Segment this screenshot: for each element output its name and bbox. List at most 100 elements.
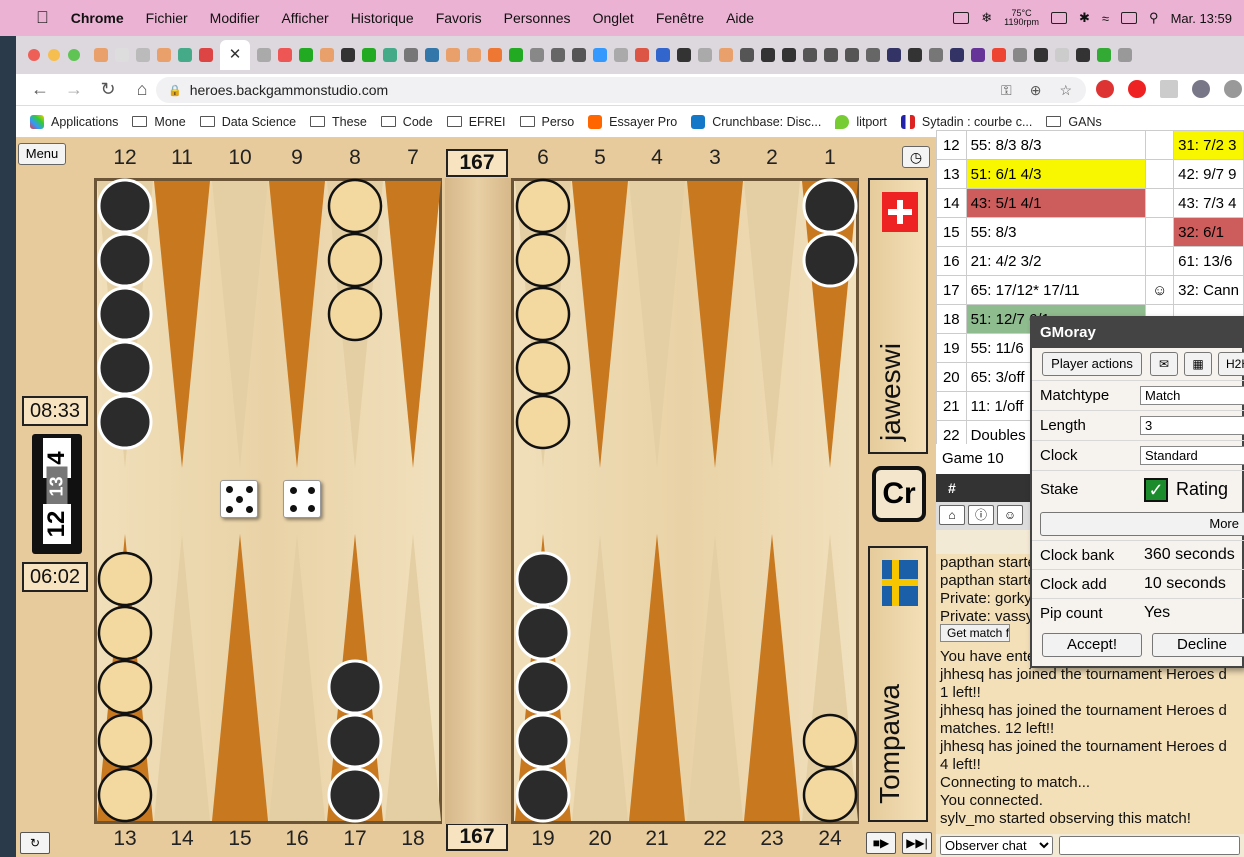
- menubar-clock[interactable]: Mar. 13:59: [1171, 11, 1232, 26]
- tab-favicon-icon[interactable]: [178, 48, 192, 62]
- board-point[interactable]: [269, 181, 325, 468]
- doubling-cube[interactable]: 4 13 12: [32, 434, 82, 554]
- clock-select[interactable]: Standard: [1140, 445, 1244, 465]
- menu-button[interactable]: Menu: [18, 143, 66, 165]
- white-checker[interactable]: [515, 340, 571, 396]
- white-checker[interactable]: [515, 286, 571, 342]
- tab-favicon-icon[interactable]: [278, 48, 292, 62]
- menu-modifier[interactable]: Modifier: [210, 10, 260, 26]
- bluetooth-icon[interactable]: ✱: [1079, 10, 1090, 26]
- black-checker[interactable]: [515, 551, 571, 607]
- decline-button[interactable]: Decline: [1152, 633, 1244, 657]
- board-point[interactable]: [687, 181, 743, 468]
- white-checker[interactable]: [97, 605, 153, 661]
- bookmark-efrei[interactable]: EFREI: [446, 115, 506, 129]
- board-points-and-checkers[interactable]: [94, 178, 864, 824]
- key-icon[interactable]: ⚿: [1001, 82, 1012, 99]
- tab-favicon-icon[interactable]: [551, 48, 565, 62]
- tab-favicon-icon[interactable]: [320, 48, 334, 62]
- home-icon[interactable]: ⌂: [132, 79, 152, 100]
- minimize-window-button[interactable]: [48, 49, 60, 61]
- tab-favicon-icon[interactable]: [950, 48, 964, 62]
- get-match-file-button[interactable]: Get match file: [940, 624, 1010, 642]
- tab-favicon-icon[interactable]: [971, 48, 985, 62]
- bookmark-mone[interactable]: Mone: [132, 115, 186, 129]
- home-icon[interactable]: ⌂: [939, 505, 965, 525]
- screen-icon[interactable]: [953, 12, 970, 24]
- h2h-button[interactable]: H2H: [1218, 352, 1244, 376]
- fast-forward-icon[interactable]: ▶▶|: [902, 832, 932, 854]
- tab-favicon-icon[interactable]: [572, 48, 586, 62]
- info-icon[interactable]: ⓘ: [968, 505, 994, 525]
- bookmark-these[interactable]: These: [310, 115, 367, 129]
- bookmark-perso[interactable]: Perso: [519, 115, 574, 129]
- board-point[interactable]: [629, 534, 685, 821]
- stop-hand-icon[interactable]: [1128, 80, 1146, 98]
- tab-favicon-icon[interactable]: [803, 48, 817, 62]
- bookmark-applications[interactable]: Applications: [30, 114, 118, 129]
- search-icon[interactable]: ⚲: [1149, 10, 1159, 26]
- wifi-icon[interactable]: ≈: [1102, 11, 1109, 26]
- menu-onglet[interactable]: Onglet: [593, 10, 634, 26]
- black-checker[interactable]: [97, 232, 153, 288]
- move-row[interactable]: 15 55: 8/3 32: 6/1: [936, 217, 1244, 247]
- tab-favicon-icon[interactable]: [1118, 48, 1132, 62]
- move-row[interactable]: 13 51: 6/1 4/3 42: 9/7 9: [936, 159, 1244, 189]
- chat-channel-select[interactable]: Observer chat: [940, 836, 1053, 855]
- camera-icon[interactable]: ■▶: [866, 832, 896, 854]
- board-point[interactable]: [629, 181, 685, 468]
- chat-bubble-icon[interactable]: ✉: [1150, 352, 1178, 376]
- tab-favicon-icon[interactable]: [593, 48, 607, 62]
- black-checker[interactable]: [515, 659, 571, 715]
- bookmark-litport[interactable]: litport: [835, 114, 887, 129]
- rating-checkbox[interactable]: ✓: [1144, 477, 1168, 502]
- add-icon[interactable]: ⊕: [1030, 82, 1042, 99]
- tab-favicon-icon[interactable]: [677, 48, 691, 62]
- menu-chrome[interactable]: Chrome: [71, 10, 124, 26]
- tab-favicon-icon[interactable]: [488, 48, 502, 62]
- black-checker[interactable]: [327, 659, 383, 715]
- white-checker[interactable]: [515, 178, 571, 234]
- move-row[interactable]: 12 55: 8/3 8/3 31: 7/2 3: [936, 130, 1244, 160]
- board-point[interactable]: [572, 181, 628, 468]
- board-point[interactable]: [269, 534, 325, 821]
- tab-favicon-icon[interactable]: [698, 48, 712, 62]
- close-window-button[interactable]: [28, 49, 40, 61]
- white-checker[interactable]: [515, 394, 571, 450]
- board-point[interactable]: [385, 181, 441, 468]
- profile-icon[interactable]: [1224, 80, 1242, 98]
- white-checker[interactable]: [97, 551, 153, 607]
- stats-chart-icon[interactable]: ▦: [1184, 352, 1212, 376]
- bookmark-code[interactable]: Code: [380, 115, 433, 129]
- menu-aide[interactable]: Aide: [726, 10, 754, 26]
- tab-favicon-icon[interactable]: [115, 48, 129, 62]
- menu-afficher[interactable]: Afficher: [281, 10, 328, 26]
- tab-favicon-icon[interactable]: [1097, 48, 1111, 62]
- bookmark-gans[interactable]: GANs: [1046, 115, 1102, 129]
- tab-favicon-icon[interactable]: [199, 48, 213, 62]
- black-checker[interactable]: [802, 178, 858, 234]
- tab-favicon-icon[interactable]: [157, 48, 171, 62]
- tab-favicon-icon[interactable]: [719, 48, 733, 62]
- tab-favicon-icon[interactable]: [509, 48, 523, 62]
- black-checker[interactable]: [97, 178, 153, 234]
- tab-favicon-icon[interactable]: [404, 48, 418, 62]
- menu-personnes[interactable]: Personnes: [504, 10, 571, 26]
- board-point[interactable]: [385, 534, 441, 821]
- clock-icon[interactable]: ◷: [902, 146, 930, 168]
- white-checker[interactable]: [97, 767, 153, 823]
- tab-favicon-icon[interactable]: [467, 48, 481, 62]
- white-checker[interactable]: [802, 767, 858, 823]
- zoom-window-button[interactable]: [68, 49, 80, 61]
- matchtype-select[interactable]: Match: [1140, 385, 1244, 405]
- tab-favicon-icon[interactable]: [136, 48, 150, 62]
- more-button[interactable]: More: [1040, 512, 1244, 536]
- tab-favicon-icon[interactable]: [1013, 48, 1027, 62]
- memory-icon[interactable]: [1050, 12, 1067, 24]
- white-checker[interactable]: [515, 232, 571, 288]
- bookmark-data-science[interactable]: Data Science: [199, 115, 296, 129]
- temperature-readout[interactable]: 75°C 1190rpm: [1004, 9, 1039, 27]
- chat-input[interactable]: [1059, 836, 1240, 855]
- white-checker[interactable]: [97, 659, 153, 715]
- black-checker[interactable]: [97, 286, 153, 342]
